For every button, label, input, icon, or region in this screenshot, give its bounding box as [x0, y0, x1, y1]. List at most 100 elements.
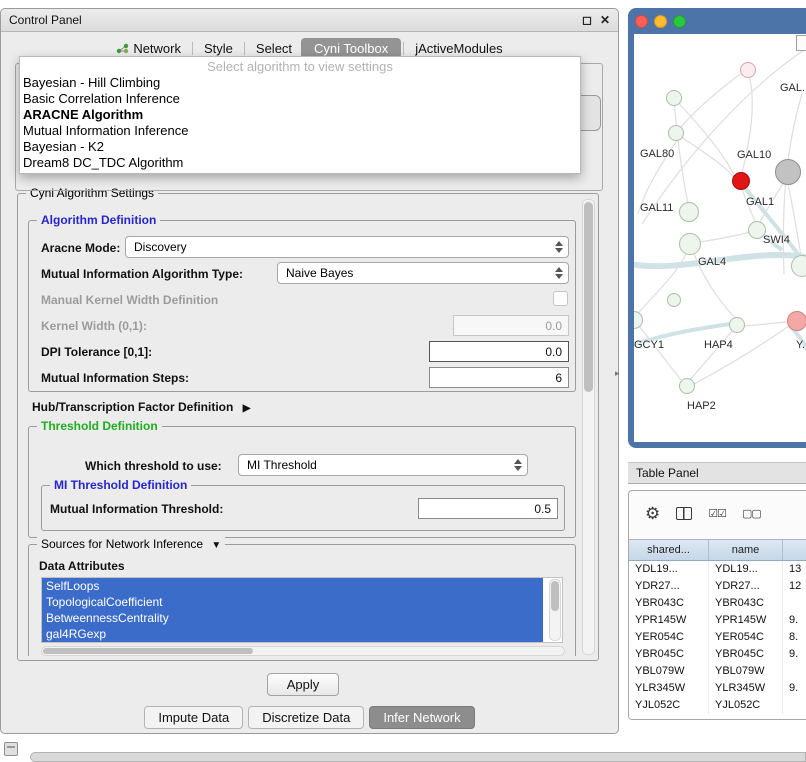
aracne-mode-select[interactable]: Discovery	[125, 236, 569, 258]
network-canvas[interactable]: GAL... GAL80 GAL10 GAL11 GAL1 SWI4 GAL4 …	[634, 34, 806, 442]
table-panel-window: ⚙ ☑☑ ▢▢ shared... name YDL19... YDL19...…	[628, 490, 806, 720]
kernel-width-input[interactable]: 0.0	[453, 315, 569, 336]
mi-threshold-input[interactable]: 0.5	[418, 498, 558, 519]
table-row[interactable]: YER054C YER054C 8.	[629, 629, 806, 646]
hub-section-toggle[interactable]: Hub/Transcription Factor Definition ▶	[32, 400, 250, 414]
table-row[interactable]: YDL19... YDL19... 13	[629, 561, 806, 578]
canvas-scrollbar-button[interactable]	[796, 35, 806, 51]
attribute-list-hscrollbar[interactable]	[41, 646, 565, 656]
table-cell: YBL079W	[709, 663, 783, 680]
table-row[interactable]: YPR145W YPR145W 9.	[629, 612, 806, 629]
dpi-tolerance-input[interactable]: 0.0	[429, 341, 569, 362]
table-cell	[783, 663, 806, 680]
data-attribute-option[interactable]: TopologicalCoefficient	[42, 594, 543, 610]
table-row[interactable]: YBR043C YBR043C	[629, 595, 806, 612]
tab-cyni-toolbox-label: Cyni Toolbox	[314, 41, 388, 56]
table-cell: YER054C	[629, 629, 709, 646]
scrollbar-thumb[interactable]	[43, 648, 253, 654]
node-label: GAL10	[737, 149, 771, 161]
table-cell: YBR043C	[709, 595, 783, 612]
table-cell: YLR345W	[709, 680, 783, 697]
network-node[interactable]	[679, 202, 699, 222]
sources-group: Sources for Network Inference ▼ Data Att…	[28, 544, 576, 656]
network-node[interactable]	[667, 293, 681, 307]
sources-section-toggle[interactable]: Sources for Network Inference ▼	[37, 537, 225, 551]
tab-separator	[244, 42, 245, 55]
panel-splitter-handle[interactable]: ▸	[615, 368, 620, 379]
collapse-arrow-icon: ▼	[211, 540, 221, 551]
network-node[interactable]	[740, 62, 756, 78]
column-header-extra[interactable]	[783, 540, 806, 560]
hub-section-label: Hub/Transcription Factor Definition	[32, 400, 233, 414]
tab-infer-network[interactable]: Infer Network	[369, 706, 474, 729]
mi-threshold-definition-title: MI Threshold Definition	[50, 478, 191, 492]
gear-icon[interactable]: ⚙	[645, 505, 660, 522]
table-cell: 9.	[783, 646, 806, 663]
network-node[interactable]	[729, 317, 745, 333]
network-node[interactable]	[668, 125, 684, 141]
node-label: GAL...	[780, 82, 806, 94]
network-node[interactable]	[679, 233, 701, 255]
node-label: GAL1	[746, 196, 774, 208]
algorithm-option[interactable]: Basic Correlation Inference	[20, 91, 580, 107]
table-cell: YBL079W	[629, 663, 709, 680]
table-panel-titlebar[interactable]: Table Panel	[628, 462, 806, 484]
manual-kernel-width-checkbox[interactable]	[553, 291, 568, 306]
collapsed-panel-button[interactable]	[4, 742, 18, 756]
network-node-highlighted[interactable]	[732, 172, 750, 190]
algorithm-definition-group: Algorithm Definition Aracne Mode: Discov…	[28, 220, 576, 392]
control-panel-titlebar[interactable]: Control Panel ◻ ✕	[1, 9, 618, 32]
apply-button[interactable]: Apply	[267, 673, 339, 696]
column-header-shared-name[interactable]: shared...	[629, 540, 709, 560]
minimize-traffic-light[interactable]	[654, 15, 667, 28]
close-window-icon[interactable]: ✕	[600, 14, 610, 26]
mi-steps-input[interactable]: 6	[429, 367, 569, 388]
table-row[interactable]: YBL079W YBL079W	[629, 663, 806, 680]
data-attribute-option[interactable]: gal4RGexp	[42, 626, 543, 642]
scrollbar-thumb[interactable]	[584, 202, 593, 392]
network-node[interactable]	[791, 255, 806, 277]
network-node[interactable]	[787, 311, 806, 331]
tab-impute-data[interactable]: Impute Data	[144, 706, 243, 729]
zoom-traffic-light[interactable]	[673, 15, 686, 28]
sources-title: Sources for Network Inference	[41, 537, 203, 551]
close-traffic-light[interactable]	[635, 15, 648, 28]
combo-arrows-icon	[555, 267, 563, 279]
table-row[interactable]: YLR345W YLR345W 9.	[629, 680, 806, 697]
table-row[interactable]: YDR27... YDR27... 12	[629, 578, 806, 595]
node-label: GCY1	[634, 339, 664, 351]
tab-discretize-data[interactable]: Discretize Data	[248, 706, 364, 729]
mi-algorithm-type-value: Naive Bayes	[286, 266, 353, 280]
float-window-icon[interactable]: ◻	[582, 14, 592, 26]
table-cell: 13	[783, 561, 806, 578]
network-node-hub[interactable]	[775, 159, 801, 185]
network-node[interactable]	[679, 378, 695, 394]
expand-arrow-icon: ▶	[243, 403, 251, 414]
settings-scrollbar[interactable]	[582, 199, 595, 655]
columns-icon[interactable]	[676, 507, 692, 520]
data-attributes-list[interactable]: SelfLoops TopologicalCoefficient Between…	[41, 577, 563, 643]
data-attribute-option[interactable]: BetweennessCentrality	[42, 610, 543, 626]
which-threshold-label: Which threshold to use:	[85, 459, 222, 473]
horizontal-scrollbar[interactable]	[30, 752, 806, 762]
aracne-mode-label: Aracne Mode:	[41, 241, 120, 255]
algorithm-option[interactable]: Bayesian - K2	[20, 139, 580, 155]
table-row[interactable]: YJL052C YJL052C	[629, 697, 806, 714]
scrollbar-thumb[interactable]	[551, 581, 559, 611]
table-row[interactable]: YBR045C YBR045C 9.	[629, 646, 806, 663]
mi-algorithm-type-select[interactable]: Naive Bayes	[277, 262, 569, 284]
column-header-name[interactable]: name	[709, 540, 783, 560]
attribute-list-scrollbar[interactable]	[549, 579, 561, 641]
algorithm-option[interactable]: Bayesian - Hill Climbing	[20, 75, 580, 91]
deselect-all-icon[interactable]: ▢▢	[742, 507, 761, 520]
algorithm-option[interactable]: Mutual Information Inference	[20, 123, 580, 139]
network-node[interactable]	[666, 90, 682, 106]
algorithm-dropdown-list: Select algorithm to view settings Bayesi…	[19, 56, 581, 174]
algorithm-option-selected[interactable]: ARACNE Algorithm	[20, 107, 580, 123]
which-threshold-select[interactable]: MI Threshold	[238, 454, 528, 476]
algorithm-definition-title: Algorithm Definition	[37, 213, 160, 227]
algorithm-option[interactable]: Dream8 DC_TDC Algorithm	[20, 155, 580, 171]
data-attribute-option[interactable]: SelfLoops	[42, 578, 543, 594]
select-all-icon[interactable]: ☑☑	[708, 507, 726, 520]
threshold-definition-title: Threshold Definition	[37, 419, 162, 433]
